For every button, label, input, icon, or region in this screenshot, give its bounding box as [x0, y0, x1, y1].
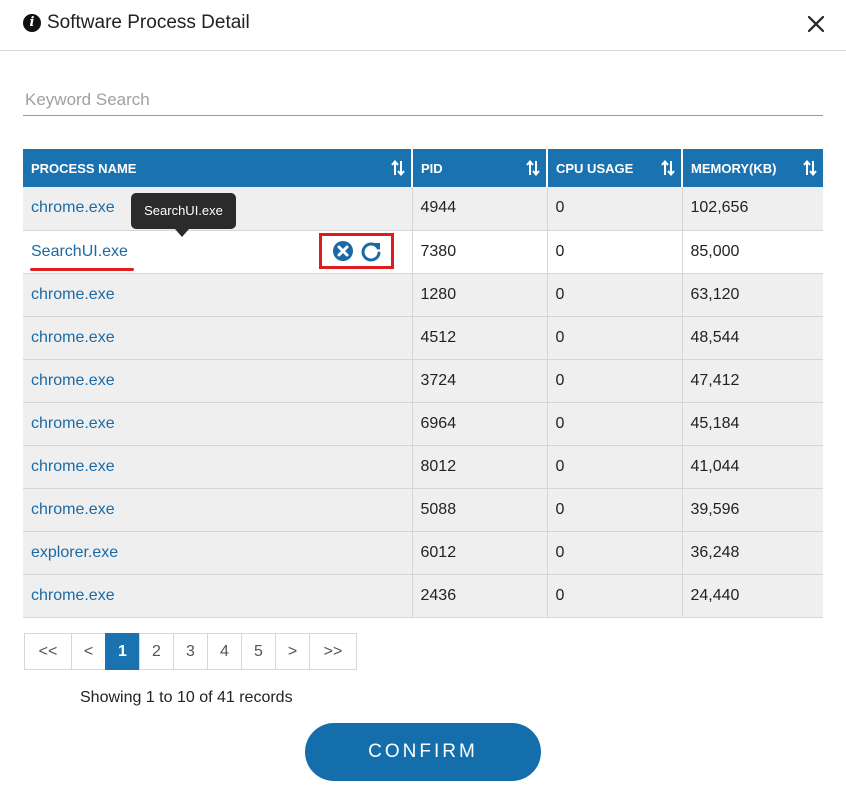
- pid-cell: 2436: [412, 574, 548, 618]
- memory-cell: 45,184: [682, 402, 823, 446]
- table-row: chrome.exe 4512 0 48,544: [23, 316, 823, 360]
- process-name-cell: SearchUI.exe: [23, 230, 413, 274]
- dialog-header: i Software Process Detail: [0, 0, 846, 51]
- process-link[interactable]: chrome.exe: [31, 286, 115, 303]
- sort-icon[interactable]: [803, 160, 817, 176]
- pagination: << < 1 2 3 4 5 > >>: [24, 633, 357, 670]
- cpu-cell: 0: [547, 402, 683, 446]
- process-name-cell: chrome.exe: [23, 316, 413, 360]
- process-link[interactable]: chrome.exe: [31, 199, 115, 216]
- table-row: SearchUI.exe 7380 0 85,000: [23, 230, 823, 274]
- column-header-label: CPU USAGE: [556, 160, 634, 176]
- table-header-row: PROCESS NAME PID CPU USAGE MEMORY(KB): [23, 149, 823, 187]
- process-name-cell: explorer.exe: [23, 531, 413, 575]
- process-tooltip: SearchUI.exe: [131, 193, 236, 237]
- sort-icon[interactable]: [526, 160, 540, 176]
- sort-icon[interactable]: [391, 160, 405, 176]
- pid-cell: 7380: [412, 230, 548, 274]
- cpu-cell: 0: [547, 445, 683, 489]
- process-link[interactable]: chrome.exe: [31, 458, 115, 475]
- memory-cell: 63,120: [682, 273, 823, 317]
- row-action-group: [319, 232, 394, 269]
- page-button-4[interactable]: 4: [207, 633, 242, 670]
- memory-cell: 41,044: [682, 445, 823, 489]
- records-summary: Showing 1 to 10 of 41 records: [80, 689, 293, 706]
- highlight-underline: [30, 267, 134, 271]
- column-header-label: MEMORY(KB): [691, 160, 777, 176]
- process-link[interactable]: chrome.exe: [31, 415, 115, 432]
- column-header-process-name[interactable]: PROCESS NAME: [23, 149, 413, 187]
- pid-cell: 6012: [412, 531, 548, 575]
- column-header-label: PROCESS NAME: [31, 160, 137, 176]
- next-page-button[interactable]: >: [275, 633, 310, 670]
- process-name-cell: chrome.exe: [23, 488, 413, 532]
- page-button-3[interactable]: 3: [173, 633, 208, 670]
- confirm-button[interactable]: CONFIRM: [305, 723, 541, 781]
- process-name-cell: chrome.exe: [23, 574, 413, 618]
- process-link[interactable]: chrome.exe: [31, 501, 115, 518]
- pid-cell: 5088: [412, 488, 548, 532]
- process-link[interactable]: chrome.exe: [31, 587, 115, 604]
- cpu-cell: 0: [547, 230, 683, 274]
- cpu-cell: 0: [547, 273, 683, 317]
- table-row: chrome.exe 3724 0 47,412: [23, 359, 823, 403]
- memory-cell: 39,596: [682, 488, 823, 532]
- cpu-cell: 0: [547, 187, 683, 231]
- column-header-pid[interactable]: PID: [412, 149, 548, 187]
- pid-cell: 6964: [412, 402, 548, 446]
- column-header-cpu-usage[interactable]: CPU USAGE: [547, 149, 683, 187]
- memory-cell: 102,656: [682, 187, 823, 231]
- cpu-cell: 0: [547, 359, 683, 403]
- prev-page-button[interactable]: <: [71, 633, 106, 670]
- process-link[interactable]: chrome.exe: [31, 329, 115, 346]
- process-name-cell: chrome.exe: [23, 359, 413, 403]
- pid-cell: 4944: [412, 187, 548, 231]
- close-circle-icon[interactable]: [332, 240, 354, 262]
- memory-cell: 24,440: [682, 574, 823, 618]
- cpu-cell: 0: [547, 488, 683, 532]
- column-header-memory[interactable]: MEMORY(KB): [682, 149, 823, 187]
- process-name-cell: chrome.exe: [23, 402, 413, 446]
- table-row: chrome.exe 1280 0 63,120: [23, 273, 823, 317]
- pid-cell: 3724: [412, 359, 548, 403]
- process-link[interactable]: explorer.exe: [31, 544, 118, 561]
- close-icon[interactable]: [804, 12, 828, 36]
- table-row: chrome.exe 2436 0 24,440: [23, 574, 823, 618]
- pid-cell: 4512: [412, 316, 548, 360]
- table-row: chrome.exe 8012 0 41,044: [23, 445, 823, 489]
- process-link[interactable]: chrome.exe: [31, 372, 115, 389]
- process-name-cell: chrome.exe: [23, 445, 413, 489]
- process-name-cell: chrome.exe: [23, 273, 413, 317]
- table-row: chrome.exe 5088 0 39,596: [23, 488, 823, 532]
- cpu-cell: 0: [547, 316, 683, 360]
- process-link[interactable]: SearchUI.exe: [31, 243, 128, 260]
- sort-icon[interactable]: [661, 160, 675, 176]
- first-page-button[interactable]: <<: [24, 633, 72, 670]
- refresh-icon[interactable]: [360, 240, 382, 262]
- page-button-5[interactable]: 5: [241, 633, 276, 670]
- page-button-2[interactable]: 2: [139, 633, 174, 670]
- memory-cell: 48,544: [682, 316, 823, 360]
- memory-cell: 47,412: [682, 359, 823, 403]
- cpu-cell: 0: [547, 574, 683, 618]
- pid-cell: 1280: [412, 273, 548, 317]
- page-button-1[interactable]: 1: [105, 633, 140, 670]
- memory-cell: 36,248: [682, 531, 823, 575]
- pid-cell: 8012: [412, 445, 548, 489]
- last-page-button[interactable]: >>: [309, 633, 357, 670]
- column-header-label: PID: [421, 160, 443, 176]
- cpu-cell: 0: [547, 531, 683, 575]
- table-row: explorer.exe 6012 0 36,248: [23, 531, 823, 575]
- keyword-search-input[interactable]: [23, 84, 823, 116]
- info-icon: i: [23, 14, 41, 32]
- dialog-title: Software Process Detail: [47, 12, 250, 33]
- table-row: chrome.exe 6964 0 45,184: [23, 402, 823, 446]
- memory-cell: 85,000: [682, 230, 823, 274]
